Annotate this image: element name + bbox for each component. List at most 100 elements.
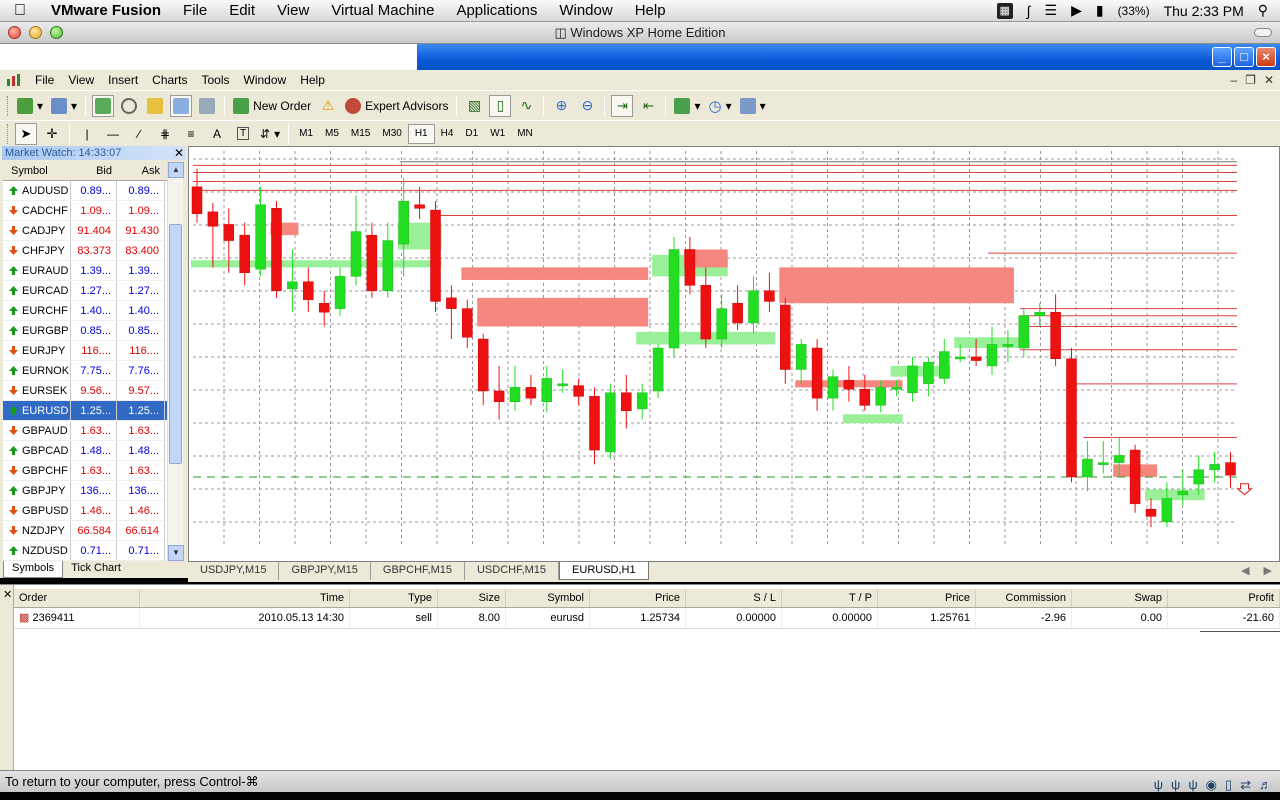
- vertical-line-tool[interactable]: |: [76, 123, 98, 145]
- new-chart-button[interactable]: ▾: [15, 95, 45, 117]
- chart-tab-gbpjpy[interactable]: GBPJPY,M15: [279, 562, 371, 580]
- tab-tick-chart[interactable]: Tick Chart: [63, 561, 129, 578]
- chart-window[interactable]: [188, 146, 1280, 562]
- scroll-thumb[interactable]: [169, 224, 182, 464]
- scroll-up-button[interactable]: ▲: [168, 162, 184, 178]
- list-item[interactable]: EURCHF 1.40... 1.40...: [3, 301, 167, 321]
- menu-edit[interactable]: Edit: [218, 2, 266, 19]
- col-swap[interactable]: Swap: [1072, 589, 1168, 607]
- candlestick-chart[interactable]: [189, 147, 1279, 561]
- fibonacci-tool[interactable]: ≡: [180, 123, 202, 145]
- market-watch-close-icon[interactable]: ✕: [174, 146, 184, 160]
- xp-close-button[interactable]: ×: [1256, 47, 1276, 67]
- tf-w1[interactable]: W1: [484, 124, 511, 144]
- xp-minimize-button[interactable]: _: [1212, 47, 1232, 67]
- list-item[interactable]: CADCHF 1.09... 1.09...: [3, 201, 167, 221]
- col-tp[interactable]: T / P: [782, 589, 878, 607]
- col-current-price[interactable]: Price: [878, 589, 976, 607]
- auto-scroll-button[interactable]: ⇥: [611, 94, 634, 117]
- mt-menu-tools[interactable]: Tools: [195, 73, 237, 87]
- clock[interactable]: Thu 2:33 PM: [1164, 3, 1244, 19]
- chart-tab-eurusd[interactable]: EURUSD,H1: [559, 562, 649, 580]
- horizontal-line-tool[interactable]: —: [102, 123, 124, 145]
- menu-window[interactable]: Window: [548, 2, 623, 19]
- col-type[interactable]: Type: [350, 589, 438, 607]
- col-price[interactable]: Price: [590, 589, 686, 607]
- terminal-toggle[interactable]: [170, 94, 193, 117]
- list-item[interactable]: CADJPY 91.404 91.430: [3, 221, 167, 241]
- tf-m15[interactable]: M15: [345, 124, 376, 144]
- mt-menu-view[interactable]: View: [61, 73, 101, 87]
- list-item[interactable]: EURCAD 1.27... 1.27...: [3, 281, 167, 301]
- templates-button[interactable]: ▾: [738, 95, 768, 117]
- equidistant-channel-tool[interactable]: ⋕: [154, 123, 176, 145]
- child-restore-icon[interactable]: ❐: [1245, 73, 1256, 87]
- list-item[interactable]: CHFJPY 83.373 83.400: [3, 241, 167, 261]
- apple-menu-icon[interactable]: : [0, 2, 40, 20]
- chart-tab-usdjpy[interactable]: USDJPY,M15: [188, 562, 280, 580]
- volume-icon[interactable]: ▶: [1071, 2, 1082, 19]
- list-item[interactable]: EURSEK 9.56... 9.57...: [3, 381, 167, 401]
- text-tool[interactable]: A: [206, 123, 228, 145]
- vmware-status-icon[interactable]: ▦: [996, 2, 1013, 19]
- profiles-button[interactable]: ▾: [49, 95, 79, 117]
- col-order[interactable]: Order: [14, 589, 140, 607]
- mt-menu-file[interactable]: File: [28, 73, 61, 87]
- mt-menu-window[interactable]: Window: [237, 73, 294, 87]
- strategy-tester-toggle[interactable]: [196, 95, 218, 117]
- chart-tab-usdchf[interactable]: USDCHF,M15: [465, 562, 560, 580]
- list-item[interactable]: EURGBP 0.85... 0.85...: [3, 321, 167, 341]
- cursor-tool[interactable]: ➤: [15, 122, 37, 145]
- periods-button[interactable]: ◷ ▾: [706, 95, 733, 117]
- tab-scroll-right-icon[interactable]: ▶: [1264, 564, 1272, 577]
- col-size[interactable]: Size: [438, 589, 506, 607]
- expert-advisors-button[interactable]: Expert Advisors: [343, 95, 450, 117]
- list-item[interactable]: AUDUSD 0.89... 0.89...: [3, 181, 167, 201]
- warning-button[interactable]: ⚠: [317, 95, 339, 117]
- mt-menu-help[interactable]: Help: [293, 73, 332, 87]
- terminal-close-icon[interactable]: ✕: [3, 588, 12, 601]
- list-item[interactable]: GBPCAD 1.48... 1.48...: [3, 441, 167, 461]
- market-watch-scrollbar[interactable]: ▲ ▼: [167, 162, 184, 561]
- crosshair-tool[interactable]: ✛: [41, 123, 63, 145]
- col-ask-header[interactable]: Ask: [117, 162, 165, 180]
- battery-icon[interactable]: ▮: [1096, 2, 1104, 19]
- child-minimize-icon[interactable]: –: [1230, 73, 1237, 87]
- data-window-toggle[interactable]: [118, 95, 140, 117]
- toolbar-toggle-button[interactable]: [1254, 28, 1272, 37]
- table-row[interactable]: ▩ 2369411 2010.05.13 14:30 sell 8.00 eur…: [14, 609, 1280, 629]
- menu-help[interactable]: Help: [624, 2, 677, 19]
- tab-symbols[interactable]: Symbols: [3, 561, 64, 578]
- text-label-tool[interactable]: T: [232, 123, 254, 145]
- new-order-button[interactable]: New Order: [231, 95, 313, 117]
- scroll-down-button[interactable]: ▼: [168, 545, 184, 561]
- navigator-toggle[interactable]: [144, 95, 166, 117]
- bar-chart-button[interactable]: ▧: [463, 95, 485, 117]
- tf-mn[interactable]: MN: [511, 124, 539, 144]
- spotlight-icon[interactable]: ⚲: [1258, 2, 1268, 19]
- zoom-in-button[interactable]: ⊕: [550, 95, 572, 117]
- col-commission[interactable]: Commission: [976, 589, 1072, 607]
- candlestick-chart-button[interactable]: ▯: [489, 94, 512, 117]
- wifi-icon[interactable]: ☰: [1045, 2, 1058, 19]
- col-symbol-header[interactable]: Symbol: [3, 162, 71, 180]
- tab-scroll-left-icon[interactable]: ◀: [1241, 564, 1249, 577]
- col-bid-header[interactable]: Bid: [71, 162, 117, 180]
- tf-h4[interactable]: H4: [435, 124, 460, 144]
- list-item[interactable]: GBPUSD 1.46... 1.46...: [3, 501, 167, 521]
- tf-m5[interactable]: M5: [319, 124, 345, 144]
- col-profit[interactable]: Profit: [1168, 589, 1280, 607]
- menu-app-name[interactable]: VMware Fusion: [40, 2, 172, 19]
- child-close-icon[interactable]: ✕: [1264, 73, 1274, 87]
- tf-d1[interactable]: D1: [459, 124, 484, 144]
- list-item[interactable]: EURAUD 1.39... 1.39...: [3, 261, 167, 281]
- minimize-window-button[interactable]: [29, 26, 42, 39]
- xp-maximize-button[interactable]: □: [1234, 47, 1254, 67]
- list-item[interactable]: GBPJPY 136.... 136....: [3, 481, 167, 501]
- arrows-tool[interactable]: ⇵ ▾: [258, 123, 282, 145]
- list-item[interactable]: GBPCHF 1.63... 1.63...: [3, 461, 167, 481]
- chart-tab-gbpchf[interactable]: GBPCHF,M15: [371, 562, 465, 580]
- list-item[interactable]: NZDJPY 66.584 66.614: [3, 521, 167, 541]
- col-symbol[interactable]: Symbol: [506, 589, 590, 607]
- list-item[interactable]: EURUSD 1.25... 1.25...: [3, 401, 167, 421]
